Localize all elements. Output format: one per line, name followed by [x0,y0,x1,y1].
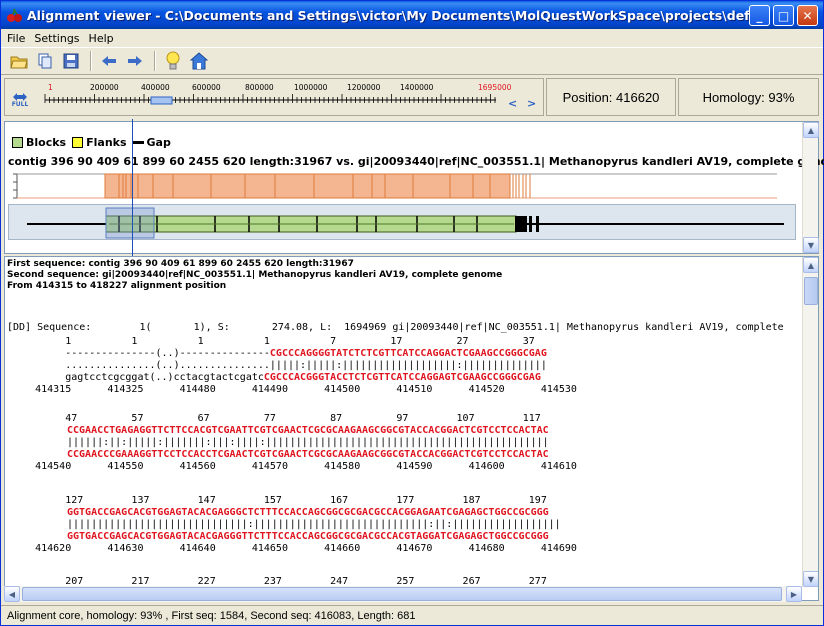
scroll-up-button[interactable]: ▲ [803,122,819,138]
ruler-tick-label: 1400000 [400,83,434,92]
range-label: From 414315 to 418227 alignment position [7,281,227,291]
save-icon[interactable] [59,49,83,73]
block-bottom-numbers: 414315 414325 414480 414490 414500 41451… [5,384,577,395]
match-line: ||||||||||||||||||||||||||||||:|||||||||… [67,519,561,531]
ruler-prev-button[interactable]: < [508,97,517,110]
scroll-right-button[interactable]: ▶ [786,586,802,602]
ruler-tick-label: 1695000 [478,83,512,92]
first-sequence-label: First sequence: contig 396 90 409 61 899… [7,259,354,269]
ruler-viewport-marker[interactable] [150,96,173,105]
seq1-black: ---------------(..)--------------- [5,348,270,359]
seq1-red: CGCCCAGGGGTATCTCTCGTTCATCCAGGACTCGAAGCCG… [269,348,547,359]
toolbar-separator [154,51,156,71]
maximize-button[interactable]: □ [773,5,794,26]
contig-title: contig 396 90 409 61 899 60 2455 620 len… [8,155,824,168]
minimize-button[interactable]: _ [749,5,770,26]
match-bars: ||||||:||:|||||:|||||||:|||:||||:|||||||… [67,437,549,448]
scroll-left-button[interactable]: ◀ [4,586,20,602]
open-icon[interactable] [7,49,31,73]
block-top-numbers: 1 1 1 1 7 17 27 37 [5,336,535,347]
gap-block [515,216,527,232]
seq1-line: GGTGACCGAGCACGTGGAGTACACGAGGGCTCTTTCCACC… [67,507,549,519]
legend: Blocks Flanks Gap [12,136,171,149]
ruler-tick-label: 1200000 [347,83,381,92]
ruler-tick-label: 1000000 [294,83,328,92]
second-sequence-label: Second sequence: gi|20093440|ref|NC_0035… [7,270,503,280]
menu-help[interactable]: Help [89,32,114,45]
alignment-summary: [DD] Sequence: 1( 1), S: 274.08, L: 1694… [7,322,784,333]
ruler-tick-label: 400000 [141,83,170,92]
lightbulb-icon[interactable] [161,49,185,73]
blocks-swatch [12,137,23,148]
seq2-black: gagtcctcgcggat(..)cctacgtactcgatc [5,372,264,383]
viewport-selection[interactable] [105,207,155,239]
scroll-down-button[interactable]: ▼ [803,237,819,253]
seq2-line: gagtcctcgcggat(..)cctacgtactcgatcCGCCCAC… [5,372,541,384]
toolbar-separator [90,51,92,71]
block-map-track [27,207,784,239]
menu-file[interactable]: File [7,32,25,45]
navigation-row: FULL 1 200000 400000 600000 800000 10000… [1,76,823,118]
block-top-numbers: 47 57 67 77 87 97 107 117 [5,413,541,424]
title-bar: Alignment viewer - C:\Documents and Sett… [1,1,823,29]
ruler-scale [44,94,496,105]
seq2-red: GGTGACCGAGCACGTGGAGTACACGAGGGTTCTTTCCACC… [67,531,549,542]
homology-profile [13,173,777,199]
cherry-app-icon [5,7,23,23]
match-bars: ||||||||||||||||||||||||||||||:|||||||||… [67,519,561,530]
scroll-thumb[interactable] [804,277,818,305]
copy-icon[interactable] [33,49,57,73]
alignment-viewer-window: Alignment viewer - C:\Documents and Sett… [0,0,824,626]
seq2-red: CGCCCACGGGTACCTCTCGTTCATCCAGGAGTCGAAGCCG… [263,372,541,383]
match-black: ...............(..)............... [5,360,270,371]
block-bottom-numbers: 414620 414630 414640 414650 414660 41467… [5,543,577,554]
legend-blocks-label: Blocks [26,136,67,149]
flanks-swatch [72,137,84,148]
scroll-up-button[interactable]: ▲ [803,257,818,273]
ruler-next-button[interactable]: > [527,97,536,110]
ruler-tick-label: 200000 [90,83,119,92]
seq1-red: GGTGACCGAGCACGTGGAGTACACGAGGGCTCTTTCCACC… [67,507,549,518]
ruler-tick-label: 800000 [245,83,274,92]
seq1-line: ---------------(..)---------------CGCCCA… [5,348,547,360]
match-bars: |||||:|||||:|||||||||||||||||||:||||||||… [269,360,547,371]
alignment-overview-panel: Blocks Flanks Gap contig 396 90 409 61 8… [4,121,824,254]
seq2-line: CCGAACCCGAAAGGTTCCTCCACCTCGAACTCGTCGAACT… [67,449,549,461]
ruler-tick-label: 600000 [192,83,221,92]
block-bottom-numbers: 414540 414550 414560 414570 414580 41459… [5,461,577,472]
profile-block-area [104,173,511,199]
overview-vertical-scrollbar[interactable]: ▲ ▼ [802,122,819,253]
home-icon[interactable] [187,49,211,73]
back-arrow-icon[interactable] [97,49,121,73]
legend-flanks-label: Flanks [86,136,127,149]
menu-settings[interactable]: Settings [34,32,79,45]
forward-arrow-icon[interactable] [123,49,147,73]
seq1-line: CCGAACCTGAGAGGTTCTTCCACGTCGAATTCGTCGAACT… [67,425,549,437]
alignment-header: First sequence: contig 396 90 409 61 899… [7,259,502,292]
toolbar [1,47,823,75]
ruler-tick-label: 1 [48,83,53,92]
position-cursor[interactable] [132,119,133,256]
legend-gap-label: Gap [146,136,171,149]
scroll-down-button[interactable]: ▼ [803,571,818,587]
text-vertical-scrollbar[interactable]: ▲ ▼ [802,257,818,587]
seq2-line: GGTGACCGAGCACGTGGAGTACACGAGGGTTCTTTCCACC… [67,531,549,543]
hscroll-thumb[interactable] [22,587,782,601]
menu-bar: File Settings Help [1,29,823,47]
homology-display: Homology: 93% [678,78,819,116]
window-title: Alignment viewer - C:\Documents and Sett… [27,7,767,23]
seq2-red: CCGAACCCGAAAGGTTCCTCCACCTCGAACTCGTCGAACT… [67,449,549,460]
position-display: Position: 416620 [546,78,676,116]
text-horizontal-scrollbar[interactable]: ◀ ▶ [4,586,802,602]
match-line: ||||||:||:|||||:|||||||:|||:||||:|||||||… [67,437,549,449]
block-top-numbers: 127 137 147 157 167 177 187 197 [5,495,547,506]
alignment-text-panel: First sequence: contig 396 90 409 61 899… [4,256,819,601]
seq1-red: CCGAACCTGAGAGGTTCTTCCACGTCGAATTCGTCGAACT… [67,425,549,436]
close-button[interactable]: ✕ [797,5,818,26]
gap-swatch [132,141,144,144]
status-bar: Alignment core, homology: 93% , First se… [1,605,823,626]
match-line: ...............(..)...............|||||:… [5,360,547,372]
block-map [8,204,796,240]
genome-ruler[interactable]: FULL 1 200000 400000 600000 800000 10000… [4,78,544,116]
